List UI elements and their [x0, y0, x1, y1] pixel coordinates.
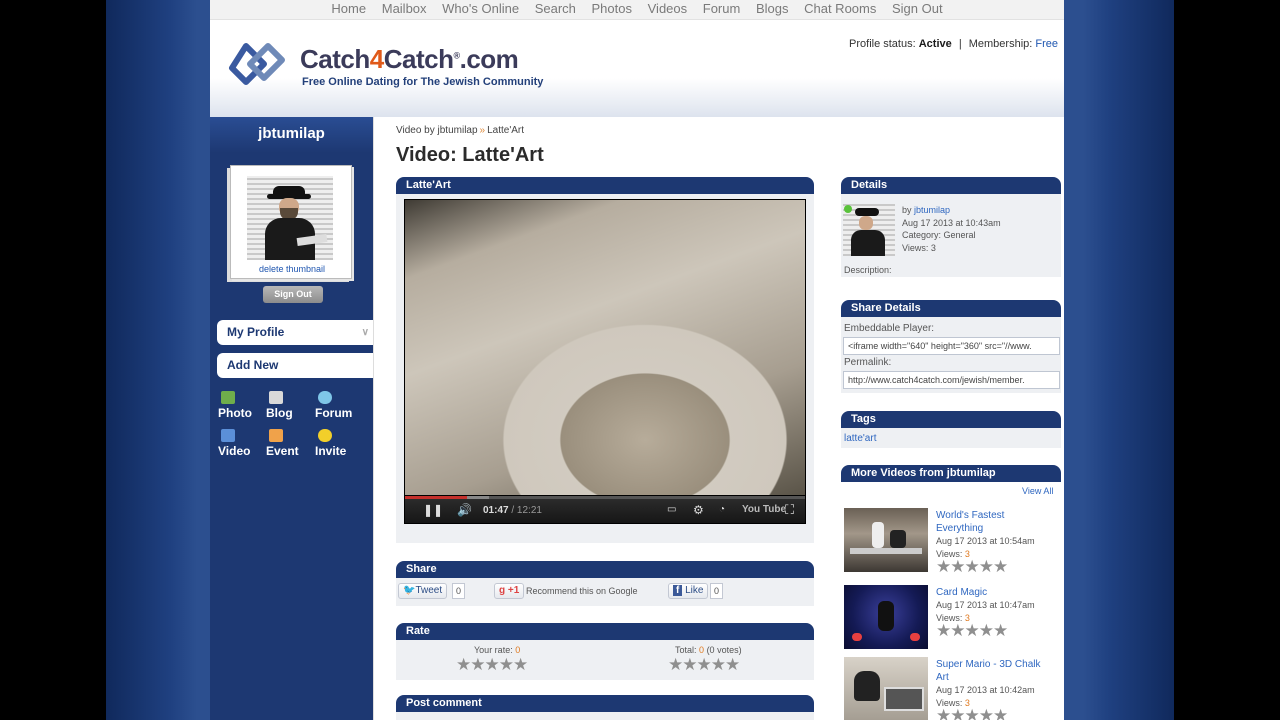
google-plus-icon: g	[499, 585, 506, 596]
nav-blogs[interactable]: Blogs	[756, 1, 789, 16]
embed-code-field[interactable]: <iframe width="640" height="360" src="//…	[843, 337, 1060, 355]
post-comment-header: Post comment	[396, 695, 814, 712]
nav-videos[interactable]: Videos	[648, 1, 688, 16]
nav-home[interactable]: Home	[331, 1, 366, 16]
video-time: 01:47 / 12:21	[483, 505, 542, 516]
view-all-link[interactable]: View All	[1022, 486, 1053, 496]
nav-forum[interactable]: Forum	[703, 1, 741, 16]
embed-label: Embeddable Player:	[844, 323, 935, 334]
fullscreen-icon[interactable]: ⛶	[785, 502, 794, 518]
settings-icon[interactable]: ⚙	[693, 503, 704, 517]
nav-photos[interactable]: Photos	[592, 1, 632, 16]
more-video-stars-1: ★★★★★	[936, 557, 1008, 576]
volume-icon[interactable]: 🔊	[457, 503, 472, 517]
permalink-label: Permalink:	[844, 357, 892, 368]
page-title: Video: Latte'Art	[396, 144, 544, 166]
more-video-title-3[interactable]: Super Mario - 3D Chalk Art	[936, 658, 1054, 684]
pause-icon[interactable]: ❚❚	[423, 503, 443, 517]
video-controls: ❚❚ 🔊 01:47 / 12:21 ▭ ⚙ ◔ You Tube ⛶	[405, 499, 805, 523]
profile-photo[interactable]	[247, 176, 333, 260]
recommend-google-text: Recommend this on Google	[526, 586, 638, 596]
permalink-field[interactable]: http://www.catch4catch.com/jewish/member…	[843, 371, 1060, 389]
add-new-tab[interactable]: Add New	[217, 353, 373, 378]
details-thumbnail[interactable]	[843, 204, 895, 256]
quick-video[interactable]: Video	[218, 429, 250, 458]
blog-icon	[269, 391, 283, 404]
details-description: Description:	[844, 265, 892, 275]
more-videos-header: More Videos from jbtumilap	[841, 465, 1061, 482]
breadcrumb-current: Latte'Art	[487, 125, 525, 136]
top-nav: Home Mailbox Who's Online Search Photos …	[210, 0, 1064, 20]
tag-link[interactable]: latte'art	[844, 433, 876, 444]
facebook-like-button[interactable]: f Like	[668, 583, 709, 599]
total-rate: Total: 0 (0 votes)	[675, 645, 742, 655]
more-video-title-1[interactable]: World's Fastest Everything	[936, 509, 1054, 535]
google-plus-button[interactable]: g +1	[494, 583, 525, 599]
more-video-thumb-3[interactable]	[844, 657, 928, 720]
online-status-icon	[844, 205, 852, 213]
video-panel-header: Latte'Art	[396, 177, 814, 194]
logo-tagline: Free Online Dating for The Jewish Commun…	[302, 76, 544, 88]
membership-link[interactable]: Free	[1035, 38, 1058, 50]
share-details-header: Share Details	[841, 300, 1061, 317]
more-video-stars-2: ★★★★★	[936, 621, 1008, 640]
left-sidebar: jbtumilap delete thumbnail Sign Out My P…	[210, 117, 373, 720]
smiley-icon	[318, 429, 332, 442]
quick-forum[interactable]: Forum	[315, 391, 352, 420]
logo-icon[interactable]	[228, 38, 288, 92]
delete-thumbnail-link[interactable]: delete thumbnail	[231, 264, 353, 274]
captions-icon[interactable]: ▭	[667, 504, 676, 515]
chevron-down-icon: ∨	[361, 327, 369, 338]
facebook-icon: f	[673, 585, 683, 596]
tags-header: Tags	[841, 411, 1061, 429]
forum-icon	[318, 391, 332, 404]
rate-panel-header: Rate	[396, 623, 814, 640]
main-content: Video by jbtumilap» Latte'Art Video: Latt…	[373, 117, 1064, 720]
details-header: Details	[841, 177, 1061, 194]
photo-icon	[221, 391, 235, 404]
quick-event[interactable]: Event	[266, 429, 299, 458]
video-frame[interactable]	[405, 200, 805, 495]
details-author-link[interactable]: jbtumilap	[914, 205, 950, 215]
profile-status: Profile status: Active | Membership: Fre…	[849, 38, 1058, 50]
nav-sign-out[interactable]: Sign Out	[892, 1, 943, 16]
total-rate-stars: ★★★★★	[668, 655, 740, 674]
your-rate-stars[interactable]: ★★★★★	[456, 655, 528, 675]
nav-mailbox[interactable]: Mailbox	[382, 1, 427, 16]
logo-text[interactable]: Catch4Catch®.com	[300, 44, 519, 75]
calendar-icon	[269, 429, 283, 442]
tweet-count: 0	[452, 583, 465, 599]
more-video-title-2[interactable]: Card Magic	[936, 586, 1054, 599]
nav-whos-online[interactable]: Who's Online	[442, 1, 519, 16]
more-video-stars-3: ★★★★★	[936, 706, 1008, 720]
share-panel-header: Share	[396, 561, 814, 578]
details-meta: by jbtumilap Aug 17 2013 at 10:43am Cate…	[902, 205, 1001, 253]
my-profile-tab[interactable]: My Profile ∨	[217, 320, 373, 345]
like-count: 0	[710, 583, 723, 599]
page: Home Mailbox Who's Online Search Photos …	[210, 0, 1064, 720]
video-player[interactable]: ❚❚ 🔊 01:47 / 12:21 ▭ ⚙ ◔ You Tube ⛶	[404, 199, 806, 524]
site-header: Catch4Catch®.com Free Online Dating for …	[210, 20, 1064, 117]
nav-chat-rooms[interactable]: Chat Rooms	[804, 1, 876, 16]
your-rate: Your rate: 0	[474, 645, 521, 655]
sidebar-username[interactable]: jbtumilap	[210, 117, 373, 153]
more-video-thumb-2[interactable]	[844, 585, 928, 649]
sidebar-signout-button[interactable]: Sign Out	[263, 286, 323, 303]
video-icon	[221, 429, 235, 442]
watch-later-icon[interactable]: ◔	[719, 504, 725, 515]
tweet-button[interactable]: 🐦Tweet	[398, 583, 448, 599]
post-comment-body	[396, 712, 814, 720]
twitter-icon: 🐦	[403, 585, 416, 596]
nav-search[interactable]: Search	[535, 1, 576, 16]
profile-photo-frame: delete thumbnail	[230, 165, 352, 279]
status-value: Active	[918, 38, 952, 50]
breadcrumb-parent[interactable]: Video by jbtumilap	[396, 125, 478, 136]
breadcrumb: Video by jbtumilap» Latte'Art	[396, 125, 525, 136]
quick-photo[interactable]: Photo	[218, 391, 252, 420]
youtube-logo[interactable]: You Tube	[742, 504, 786, 515]
more-video-thumb-1[interactable]	[844, 508, 928, 572]
quick-invite[interactable]: Invite	[315, 429, 346, 458]
quick-blog[interactable]: Blog	[266, 391, 293, 420]
